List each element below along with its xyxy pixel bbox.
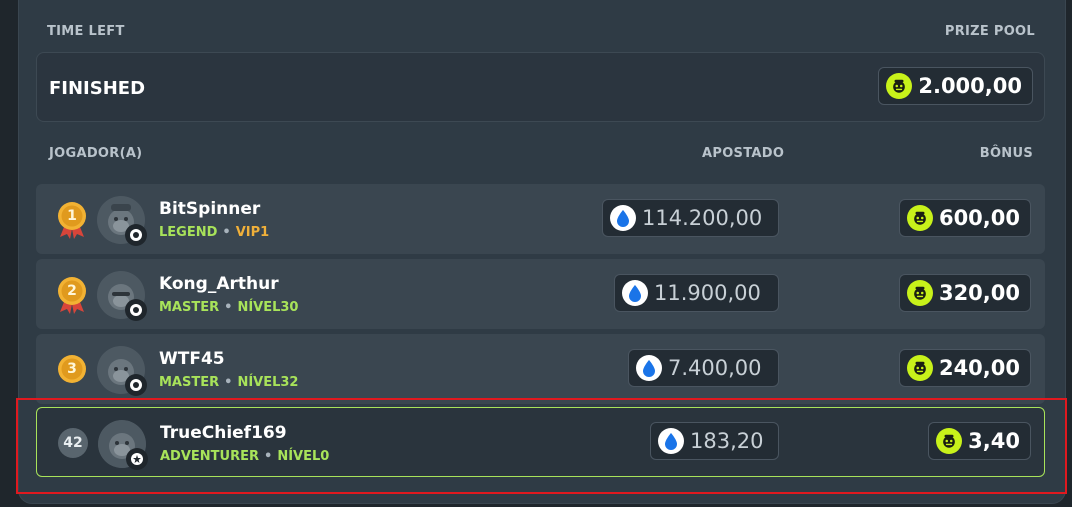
player-level: VIP1 xyxy=(235,225,270,240)
current-user-row[interactable]: 42 TrueChief169 ADVENTURER • NÍVEL0 183,20… xyxy=(36,407,1045,477)
rank-number: 42 xyxy=(58,428,88,458)
player-level: NÍVEL32 xyxy=(237,375,299,390)
player-name[interactable]: Kong_Arthur xyxy=(159,274,279,294)
kong-coin-icon xyxy=(906,205,933,231)
bonus-amount: 3,40 xyxy=(968,429,1020,453)
status-text: FINISHED xyxy=(49,78,146,99)
player-meta: MASTER • NÍVEL30 xyxy=(159,300,298,315)
meta-separator: • xyxy=(264,449,273,464)
player-tier: MASTER xyxy=(159,375,220,390)
kong-coin-icon xyxy=(936,428,963,454)
tier-badge-icon xyxy=(125,299,147,321)
bonus-amount: 600,00 xyxy=(938,206,1020,230)
player-name[interactable]: BitSpinner xyxy=(159,199,260,219)
star-badge-icon xyxy=(126,448,148,470)
rank-number: 2 xyxy=(67,283,77,299)
player-meta: ADVENTURER • NÍVEL0 xyxy=(160,449,329,464)
meta-separator: • xyxy=(224,375,233,390)
wagered-amount: 114.200,00 xyxy=(642,206,763,230)
kong-coin-icon xyxy=(906,280,933,306)
wagered-amount: 183,20 xyxy=(690,429,764,453)
player-tier: MASTER xyxy=(159,300,220,315)
time-left-label: TIME LEFT xyxy=(47,24,125,39)
rank-number: 1 xyxy=(67,208,77,224)
status-box: FINISHED 2.000,00 xyxy=(36,52,1045,122)
player-name[interactable]: TrueChief169 xyxy=(160,423,287,443)
water-drop-icon xyxy=(658,428,684,454)
water-drop-icon xyxy=(622,280,648,306)
leaderboard-row[interactable]: 1 BitSpinner LEGEND • VIP1 114.200,00 600,… xyxy=(36,184,1045,254)
wagered-amount: 11.900,00 xyxy=(654,281,761,305)
prize-pool-label: PRIZE POOL xyxy=(944,24,1035,39)
wagered-pill: 183,20 xyxy=(650,422,779,460)
water-drop-icon xyxy=(636,355,662,381)
meta-separator: • xyxy=(222,225,231,240)
water-drop-icon xyxy=(610,205,636,231)
meta-separator: • xyxy=(224,300,233,315)
kong-coin-icon xyxy=(886,73,913,99)
player-name[interactable]: WTF45 xyxy=(159,349,225,369)
column-bonus: BÔNUS xyxy=(979,146,1033,161)
wagered-amount: 7.400,00 xyxy=(668,356,762,380)
bonus-pill: 3,40 xyxy=(928,422,1031,460)
player-level: NÍVEL0 xyxy=(277,449,330,464)
player-meta: LEGEND • VIP1 xyxy=(159,225,269,240)
wagered-pill: 7.400,00 xyxy=(628,349,779,387)
bonus-amount: 320,00 xyxy=(938,281,1020,305)
prize-pool-amount: 2.000,00 xyxy=(918,74,1022,98)
rank-number: 3 xyxy=(67,361,77,377)
bonus-amount: 240,00 xyxy=(938,356,1020,380)
bonus-pill: 600,00 xyxy=(898,199,1031,237)
prize-pool-pill: 2.000,00 xyxy=(878,67,1033,105)
bonus-pill: 320,00 xyxy=(898,274,1031,312)
player-meta: MASTER • NÍVEL32 xyxy=(159,375,298,390)
column-wagered: APOSTADO xyxy=(702,146,785,161)
bonus-pill: 240,00 xyxy=(898,349,1031,387)
kong-coin-icon xyxy=(906,355,933,381)
wagered-pill: 11.900,00 xyxy=(614,274,779,312)
leaderboard-row[interactable]: 3 WTF45 MASTER • NÍVEL32 7.400,00 240,00 xyxy=(36,334,1045,404)
wagered-pill: 114.200,00 xyxy=(602,199,779,237)
tier-badge-icon xyxy=(125,224,147,246)
column-player: JOGADOR(A) xyxy=(49,146,143,161)
leaderboard-row[interactable]: 2 Kong_Arthur MASTER • NÍVEL30 11.900,00 3… xyxy=(36,259,1045,329)
player-tier: ADVENTURER xyxy=(160,449,259,464)
player-level: NÍVEL30 xyxy=(237,300,299,315)
player-tier: LEGEND xyxy=(159,225,218,240)
tier-badge-icon xyxy=(125,374,147,396)
